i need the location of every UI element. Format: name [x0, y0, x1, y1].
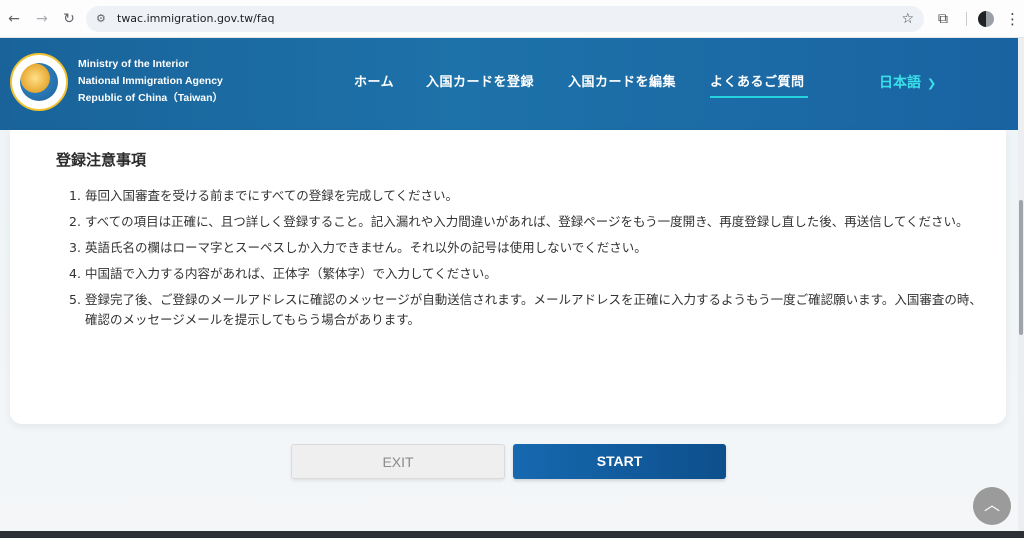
agency-logo[interactable]: [10, 53, 68, 111]
forward-arrow-icon[interactable]: →: [32, 9, 52, 29]
extensions-icon[interactable]: ⧉: [938, 9, 948, 29]
nav-register-card[interactable]: 入国カードを登録: [426, 74, 534, 92]
agency-line-ministry: Ministry of the Interior: [78, 58, 189, 70]
notice-item-text: すべての項目は正確に、且つ詳しく登録すること。記入漏れや入力間違いがあれば、登録…: [85, 214, 969, 229]
agency-line-roc: Republic of China（Taiwan）: [78, 92, 224, 104]
language-selector[interactable]: 日本語 ❯: [879, 73, 936, 94]
profile-avatar[interactable]: [978, 11, 994, 27]
notice-item-number: 4.: [69, 266, 81, 281]
menu-dots-icon[interactable]: ⋮: [1005, 9, 1020, 29]
chevron-up-icon[interactable]: ︿: [973, 487, 1011, 525]
exit-button[interactable]: EXIT: [291, 444, 505, 479]
notice-card: 登録注意事項 1. 毎回入国審査を受ける前までにすべての登録を完成してください。 …: [10, 130, 1006, 424]
nav-home[interactable]: ホーム: [354, 74, 394, 92]
toolbar-divider: [966, 12, 967, 26]
nav-edit-card[interactable]: 入国カードを編集: [568, 74, 676, 92]
chevron-down-icon: ❯: [927, 77, 937, 90]
notice-item-number: 3.: [69, 240, 81, 255]
start-button[interactable]: START: [513, 444, 726, 479]
notice-item: 5. 登録完了後、ご登録のメールアドレスに確認のメッセージが自動送信されます。メー…: [66, 290, 986, 329]
notice-item-text: 英語氏名の欄はローマ字とスーペスしか入力できません。それ以外の記号は使用しないで…: [85, 240, 647, 255]
site-header: Ministry of the Interior National Immigr…: [0, 38, 1018, 130]
agency-line-nia: National Immigration Agency: [78, 75, 223, 87]
language-label: 日本語: [879, 75, 921, 91]
notice-item: 4. 中国語で入力する内容があれば、正体字（繁体字）で入力してください。: [66, 264, 986, 284]
agency-name: Ministry of the Interior National Immigr…: [78, 56, 223, 107]
notice-item-number: 1.: [69, 188, 81, 203]
notice-item: 3. 英語氏名の欄はローマ字とスーペスしか入力できません。それ以外の記号は使用しな…: [66, 238, 986, 258]
notice-item-number: 5.: [69, 292, 81, 307]
os-taskbar: [0, 531, 1024, 538]
site-settings-icon[interactable]: ⚙: [96, 11, 106, 27]
logo-emblem: [20, 63, 58, 101]
notice-item-text: 毎回入国審査を受ける前までにすべての登録を完成してください。: [85, 188, 459, 203]
notice-list: 1. 毎回入国審査を受ける前までにすべての登録を完成してください。 2. すべての項…: [66, 186, 986, 336]
page-scrollbar-thumb[interactable]: [1019, 200, 1023, 335]
bookmark-star-icon[interactable]: ☆: [901, 9, 914, 29]
address-bar[interactable]: ⚙ twac.immigration.gov.tw/faq ☆: [86, 6, 924, 32]
notice-title: 登録注意事項: [56, 151, 147, 169]
notice-item-text: 中国語で入力する内容があれば、正体字（繁体字）で入力してください。: [85, 266, 497, 281]
nav-faq[interactable]: よくあるご質問: [710, 74, 805, 92]
url-text[interactable]: twac.immigration.gov.tw/faq: [117, 11, 274, 27]
notice-item: 1. 毎回入国審査を受ける前までにすべての登録を完成してください。: [66, 186, 986, 206]
reload-icon[interactable]: ↻: [59, 9, 79, 29]
back-arrow-icon[interactable]: ←: [4, 9, 24, 29]
nav-active-indicator: [710, 96, 808, 98]
browser-toolbar: ← → ↻ ⚙ twac.immigration.gov.tw/faq ☆ ⧉ …: [0, 0, 1024, 38]
notice-item: 2. すべての項目は正確に、且つ詳しく登録すること。記入漏れや入力間違いがあれば、…: [66, 212, 986, 232]
notice-item-text: 登録完了後、ご登録のメールアドレスに確認のメッセージが自動送信されます。メールア…: [85, 292, 982, 327]
notice-item-number: 2.: [69, 214, 81, 229]
